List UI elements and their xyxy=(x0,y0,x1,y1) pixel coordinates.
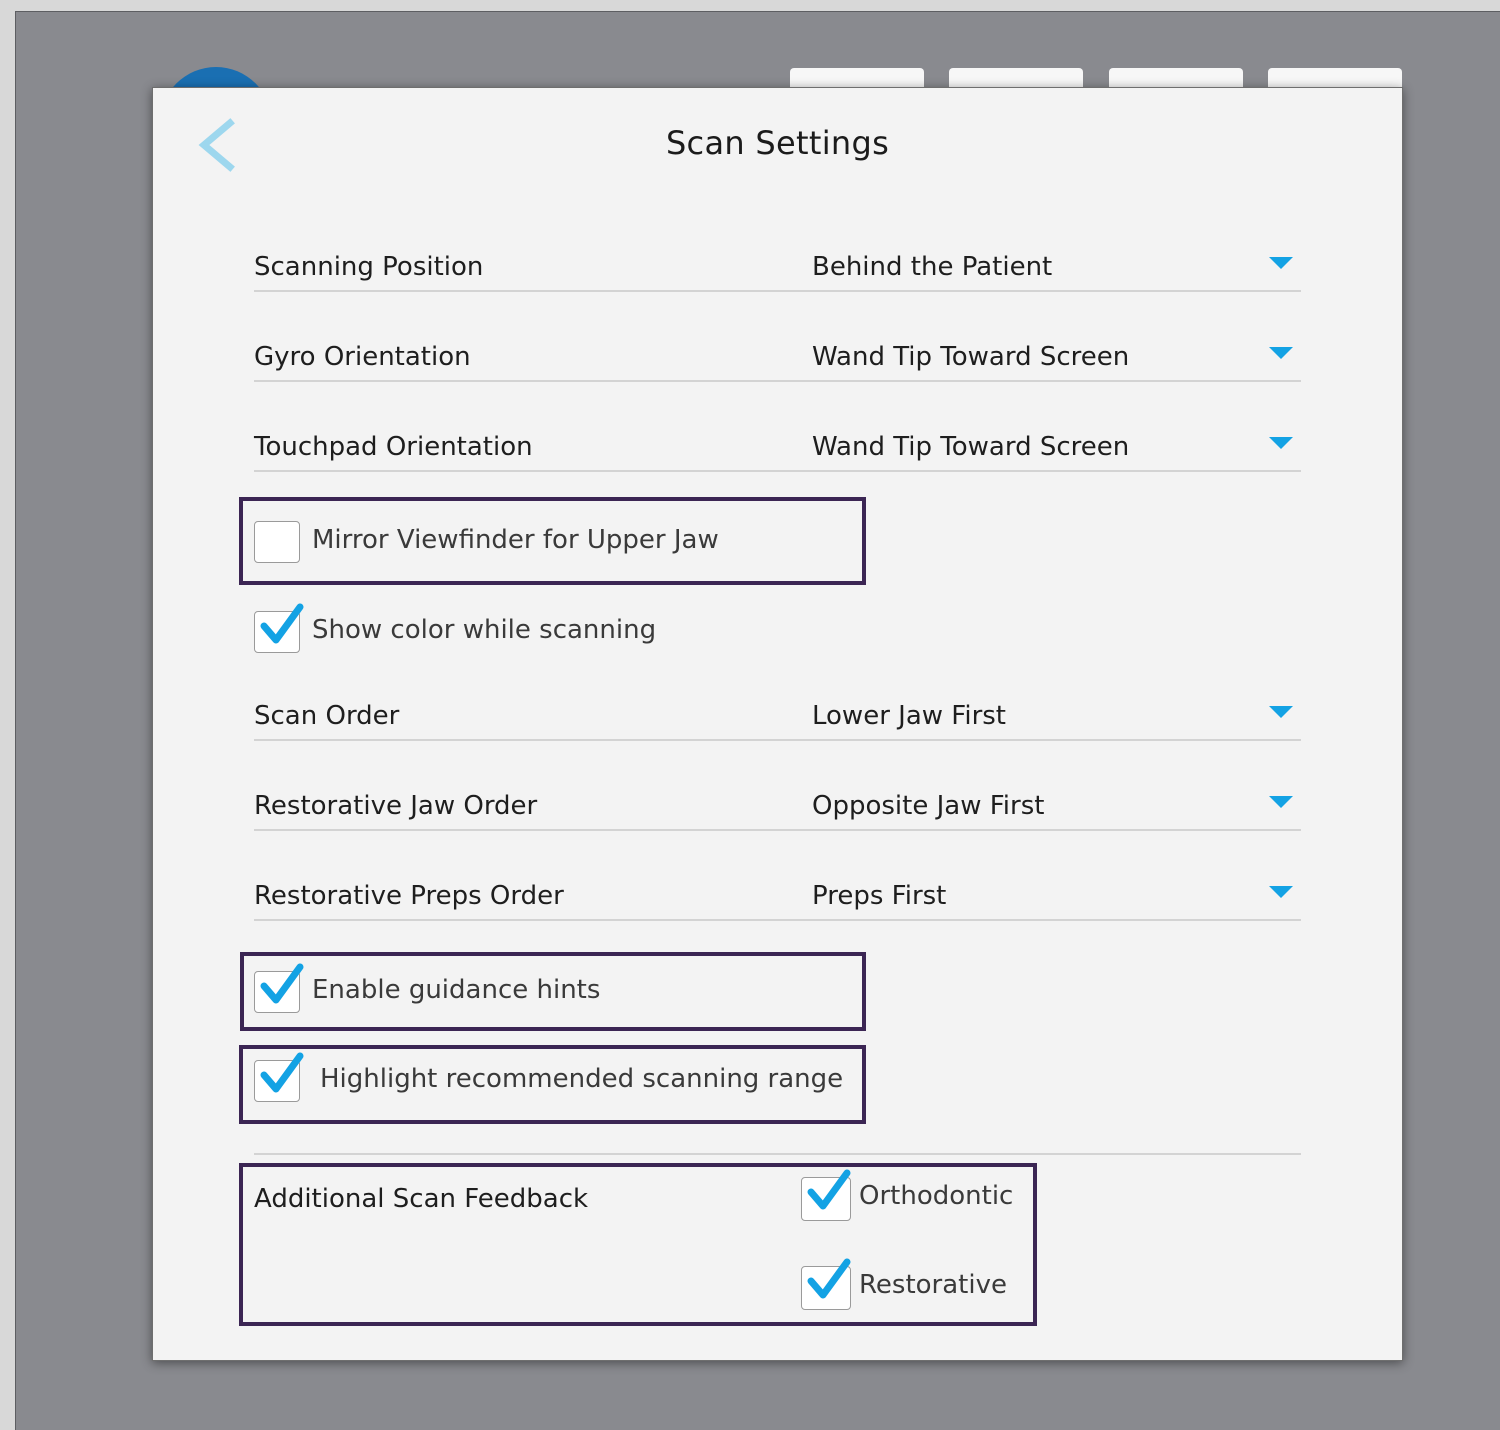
setting-label: Touchpad Orientation xyxy=(254,432,533,462)
checkbox-box xyxy=(254,1052,304,1102)
restorative-preps-order-dropdown[interactable]: Restorative Preps Order Preps First xyxy=(254,869,1301,921)
caret-down-icon xyxy=(1269,437,1293,449)
setting-label: Restorative Jaw Order xyxy=(254,791,538,821)
checkmark-icon xyxy=(260,963,304,1004)
section-divider xyxy=(254,1153,1301,1155)
touchpad-orientation-dropdown[interactable]: Touchpad Orientation Wand Tip Toward Scr… xyxy=(254,420,1301,472)
checkbox-label: Show color while scanning xyxy=(312,615,657,645)
setting-label: Gyro Orientation xyxy=(254,342,471,372)
additional-feedback-label: Additional Scan Feedback xyxy=(254,1184,589,1214)
checkbox-box xyxy=(254,603,304,653)
scanning-position-dropdown[interactable]: Scanning Position Behind the Patient xyxy=(254,240,1301,292)
checkbox-label: Enable guidance hints xyxy=(312,975,601,1005)
checkbox-label: Mirror Viewfinder for Upper Jaw xyxy=(312,525,719,555)
setting-value: Wand Tip Toward Screen xyxy=(812,432,1130,462)
checkbox-label: Orthodontic xyxy=(859,1181,1014,1211)
checkmark-icon xyxy=(807,1169,851,1210)
setting-label: Scanning Position xyxy=(254,252,484,282)
checkbox-box xyxy=(254,521,300,563)
caret-down-icon xyxy=(1269,257,1293,269)
checkmark-icon xyxy=(260,1052,304,1093)
caret-down-icon xyxy=(1269,796,1293,808)
checkmark-icon xyxy=(260,603,304,644)
setting-label: Restorative Preps Order xyxy=(254,881,564,911)
setting-value: Opposite Jaw First xyxy=(812,791,1045,821)
setting-label: Scan Order xyxy=(254,701,400,731)
caret-down-icon xyxy=(1269,347,1293,359)
checkbox-box xyxy=(801,1258,851,1310)
scan-order-dropdown[interactable]: Scan Order Lower Jaw First xyxy=(254,689,1301,741)
caret-down-icon xyxy=(1269,706,1293,718)
setting-value: Lower Jaw First xyxy=(812,701,1006,731)
caret-down-icon xyxy=(1269,886,1293,898)
restorative-jaw-order-dropdown[interactable]: Restorative Jaw Order Opposite Jaw First xyxy=(254,779,1301,831)
checkmark-icon xyxy=(807,1258,851,1299)
checkbox-box xyxy=(254,963,304,1013)
setting-value: Behind the Patient xyxy=(812,252,1053,282)
checkbox-label: Restorative xyxy=(859,1270,1007,1300)
checkbox-box xyxy=(801,1169,851,1221)
checkbox-label: Highlight recommended scanning range xyxy=(320,1064,844,1094)
gyro-orientation-dropdown[interactable]: Gyro Orientation Wand Tip Toward Screen xyxy=(254,330,1301,382)
dialog-title: Scan Settings xyxy=(665,124,890,162)
setting-value: Preps First xyxy=(812,881,947,911)
setting-value: Wand Tip Toward Screen xyxy=(812,342,1130,372)
